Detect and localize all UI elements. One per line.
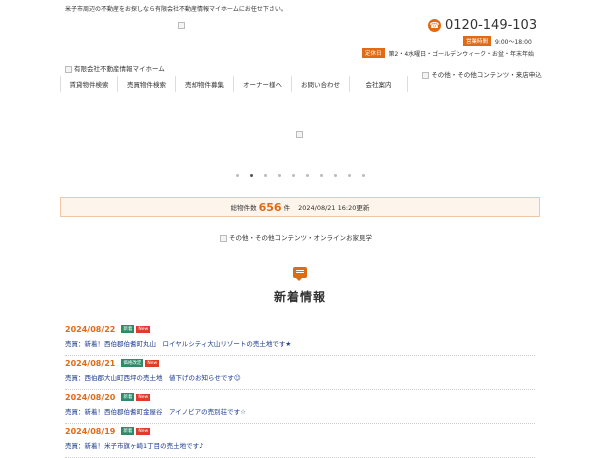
phone-text: 0120-149-103 [445,18,538,33]
news-tag-new: New [136,393,151,401]
news-speech-bubble-icon [293,267,307,281]
slider-dot[interactable] [334,174,337,177]
news-link[interactable]: 売買：新着！米子市旗ヶ崎1丁目の売土地です♪ [65,440,535,450]
nav-selling-request[interactable]: 売却物件募集 [176,76,234,92]
hours-badge: 営業時間 [463,36,492,46]
news-tag-category: 新着 [121,427,135,435]
nav-rental-search[interactable]: 賃貸物件検索 [60,76,118,92]
closed-badge: 定休日 [362,48,385,58]
header-image-icon [178,15,187,34]
closed-text: 第2・4水曜日・ゴールデンウィーク・お盆・年末年始 [388,50,535,58]
news-link[interactable]: 売買：西伯郡大山町西坪の売土地 値下げのお知らせです☺ [65,372,535,382]
closed-days: 定休日 第2・4水曜日・ゴールデンウィーク・お盆・年末年始 [362,48,534,58]
nav-owners[interactable]: オーナー様へ [234,76,292,92]
slider-dot[interactable] [278,174,281,177]
main-nav: 賃貸物件検索 売買物件検索 売却物件募集 オーナー様へ お問い合わせ 会社案内 [60,76,408,92]
logo-image-icon [65,65,72,73]
other-contents-image-icon [422,71,430,79]
news-tag-category: 新着 [121,325,135,333]
property-count-bar: 総物件数 656 件 2024/08/21 16:20更新 [60,197,540,217]
count-updated: 2024/08/21 16:20更新 [298,204,370,212]
slider-dots [236,174,376,177]
slider-dot[interactable] [362,174,365,177]
nav-company[interactable]: 会社案内 [350,76,408,92]
other-contents-text: その他・その他コンテンツ・来店申込 [431,71,542,79]
slider-dot[interactable] [264,174,267,177]
news-tag-new: New [136,325,151,333]
news-date: 2024/08/19 [65,426,116,436]
slider-dot[interactable] [250,174,253,177]
news-item[interactable]: 2024/08/20 新着 New 売買：新着！西伯郡伯耆町金屋谷 アイノビアの… [65,390,535,424]
news-tag-new: New [145,359,160,367]
count-unit: 件 [283,204,291,212]
news-item[interactable]: 2024/08/19 新着 New 売買：新着！米子市旗ヶ崎1丁目の売土地です♪ [65,424,535,458]
news-date: 2024/08/21 [65,358,116,368]
slider-dot[interactable] [306,174,309,177]
other-contents-link[interactable]: その他・その他コンテンツ・来店申込 [422,71,542,80]
hours-text: 9:00～18:00 [495,38,532,46]
slider-image-icon [296,124,305,143]
phone-icon: ☎ [428,19,441,32]
company-logo[interactable]: 有限会社不動産情報マイホーム [65,63,165,73]
news-section-title: 新着情報 [273,290,326,304]
slider-dot[interactable] [320,174,323,177]
news-tag-new: New [136,427,151,435]
news-tag-category: 新着 [121,393,135,401]
count-label: 総物件数 [230,204,257,212]
online-viewing-banner[interactable]: その他・その他コンテンツ・オンラインお家見学 [220,232,372,242]
slider-dot[interactable] [348,174,351,177]
banner-alt-text: その他・その他コンテンツ・オンラインお家見学 [229,234,372,242]
slider-dot[interactable] [236,174,239,177]
logo-alt-text: 有限会社不動産情報マイホーム [74,65,165,73]
news-item[interactable]: 2024/08/22 新着 New 売買：新着！西伯郡伯耆町丸山 ロイヤルシティ… [65,322,535,356]
news-link[interactable]: 売買：新着！西伯郡伯耆町丸山 ロイヤルシティ大山リゾートの売土地です★ [65,338,535,348]
count-number: 656 [258,200,282,214]
slider-dot[interactable] [292,174,295,177]
news-link[interactable]: 売買：新着！西伯郡伯耆町金屋谷 アイノビアの売別荘です☆ [65,406,535,416]
nav-sale-search[interactable]: 売買物件検索 [118,76,176,92]
news-list: 2024/08/22 新着 New 売買：新着！西伯郡伯耆町丸山 ロイヤルシティ… [65,322,535,458]
news-date: 2024/08/20 [65,392,116,402]
business-hours: 営業時間 9:00～18:00 [463,36,532,46]
phone-number[interactable]: ☎ 0120-149-103 [428,18,537,33]
news-tag-category: 価格改定 [121,359,144,367]
site-tagline: 米子市周辺の不動産をお探しなら有限会社不動産情報マイホームにお任せ下さい。 [65,6,287,13]
news-date: 2024/08/22 [65,324,116,334]
nav-contact[interactable]: お問い合わせ [292,76,350,92]
news-item[interactable]: 2024/08/21 価格改定 New 売買：西伯郡大山町西坪の売土地 値下げの… [65,356,535,390]
banner-image-icon [220,234,227,242]
